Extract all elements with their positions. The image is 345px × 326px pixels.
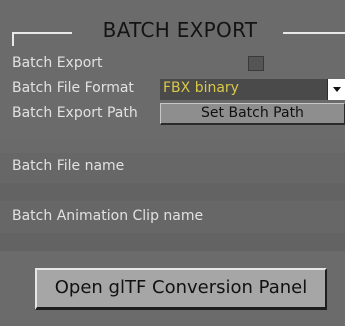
batch-export-label: Batch Export <box>12 55 103 71</box>
batch-animation-clip-label: Batch Animation Clip name <box>12 208 204 224</box>
batch-file-format-value: FBX binary <box>163 80 239 96</box>
batch-file-name-label: Batch File name <box>12 158 125 174</box>
open-gltf-conversion-panel-button[interactable]: Open glTF Conversion Panel <box>35 268 327 310</box>
open-gltf-button-label: Open glTF Conversion Panel <box>54 277 308 298</box>
batch-file-format-dropdown[interactable]: FBX binary <box>160 79 345 100</box>
set-batch-path-button[interactable]: Set Batch Path <box>160 103 345 125</box>
dropdown-toggle-button[interactable] <box>327 79 345 100</box>
batch-export-panel: BATCH EXPORT Batch Export Batch File For… <box>0 0 345 326</box>
group-frame-line-right <box>283 32 345 34</box>
batch-file-name-input[interactable] <box>0 183 345 201</box>
chevron-down-icon <box>333 87 341 92</box>
group-frame-line-vertical <box>12 32 14 46</box>
batch-export-path-label: Batch Export Path <box>12 105 138 121</box>
spacer-band <box>0 141 345 153</box>
batch-export-checkbox[interactable] <box>248 56 264 71</box>
group-frame-line-left <box>12 32 72 34</box>
group-title: BATCH EXPORT <box>102 18 258 42</box>
batch-file-format-label: Batch File Format <box>12 80 134 96</box>
batch-animation-clip-input[interactable] <box>0 233 345 251</box>
